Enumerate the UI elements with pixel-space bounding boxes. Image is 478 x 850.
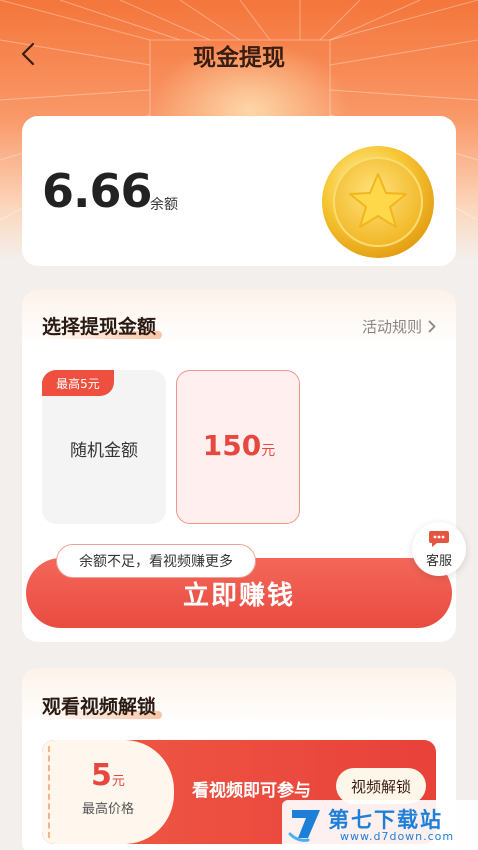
balance-amount: 6.66 [42, 164, 152, 218]
ticket-subtitle: 最高价格 [81, 802, 134, 817]
activity-rules-link[interactable]: 活动规则 [362, 316, 436, 337]
option-150-unit: 元 [261, 443, 276, 459]
option-150-value: 150元 [177, 429, 301, 462]
page-title: 现金提现 [193, 45, 285, 71]
section-title-text: 选择提现金额 [42, 316, 157, 338]
balance-unit-label: 余额 [150, 197, 178, 213]
max-badge: 最高5元 [42, 370, 114, 396]
ticket-number: 5 [91, 758, 112, 793]
ticket-coupon: 5元 最高价格 [42, 740, 174, 844]
customer-service-label: 客服 [425, 553, 452, 569]
chevron-right-icon [428, 320, 436, 333]
option-150-number: 150 [202, 429, 262, 462]
gold-coin-icon [322, 146, 434, 258]
site-watermark: 第七下载站 www.d7down.com [282, 800, 478, 850]
option-random-label: 随机金额 [70, 441, 138, 461]
video-unlock-button[interactable]: 视频解锁 [336, 768, 426, 804]
section-title-text: 观看视频解锁 [42, 696, 157, 718]
watermark-logo-icon [288, 810, 320, 842]
watermark-url: www.d7down.com [340, 830, 455, 843]
ticket-unit: 元 [111, 774, 125, 789]
section-title-withdraw: 选择提现金额 [42, 312, 163, 339]
unlock-description: 看视频即可参与 [192, 781, 311, 801]
activity-rules-label: 活动规则 [361, 318, 422, 336]
balance-card: 6.66 余额 [22, 116, 456, 266]
section-title-unlock: 观看视频解锁 [42, 692, 163, 719]
insufficient-balance-tip: 余额不足，看视频赚更多 [56, 544, 256, 578]
ticket-value: 5元 [42, 758, 174, 793]
withdraw-card: 选择提现金额 活动规则 最高5元 随机金额 150元 立即赚钱 余额不足，看视频… [22, 290, 456, 642]
customer-service-button[interactable]: 客服 [412, 522, 466, 576]
chat-bubble-icon [429, 530, 449, 547]
option-random-amount[interactable]: 最高5元 随机金额 [42, 370, 166, 524]
option-150[interactable]: 150元 [176, 370, 300, 524]
